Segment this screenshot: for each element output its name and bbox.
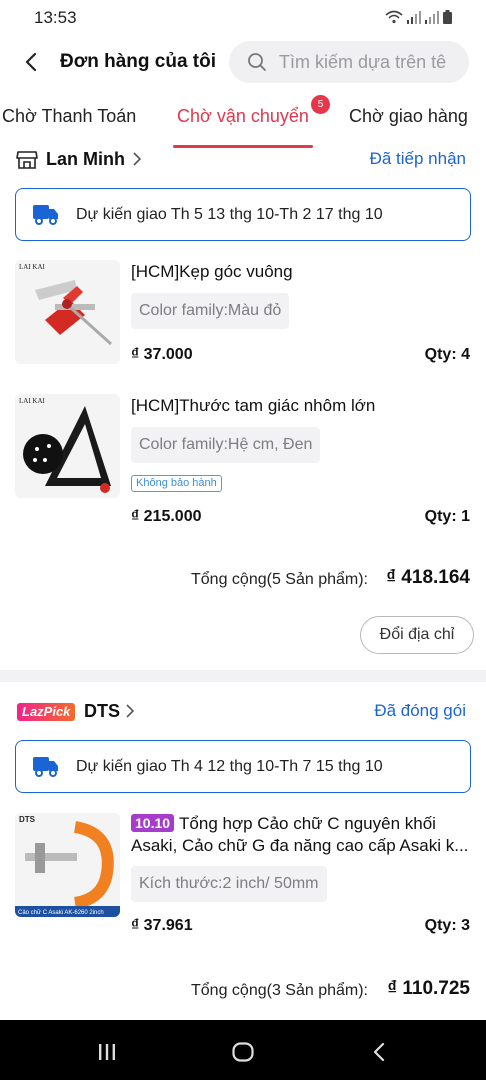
thumb-brand: LAI KAI	[19, 263, 46, 271]
campaign-tag: 10.10	[131, 814, 175, 832]
product-title: 10.10 Tổng hợp Cảo chữ C nguyên khối Asak…	[131, 813, 476, 857]
search-icon	[248, 53, 266, 71]
lazpick-badge: LazPick	[17, 703, 76, 721]
tab-awaiting-payment[interactable]: Chờ Thanh Toán	[2, 106, 136, 127]
signal-icon	[407, 11, 421, 24]
total-label: Tổng cộng(3 Sản phẩm):	[191, 982, 368, 999]
truck-icon	[33, 205, 58, 225]
status-time: 13:53	[34, 8, 77, 27]
store-icon	[16, 151, 38, 169]
product-title-line1: Tổng hợp Cảo chữ C nguyên khối	[179, 814, 436, 833]
nav-back-icon	[373, 1042, 385, 1062]
status-bar: 13:53	[0, 0, 486, 36]
tab-awaiting-shipping[interactable]: Chờ vận chuyển	[177, 106, 309, 127]
order-item[interactable]: DTS Cảo chữ C Asaki AK-6260 2inch 10.10 T…	[0, 813, 486, 935]
thumb-brand: LAI KAI	[19, 397, 46, 405]
signal-icon-2	[425, 11, 439, 24]
home-button[interactable]	[223, 1038, 263, 1066]
order-item[interactable]: LAI KAI [HCM]Kẹp góc vuông Color family:…	[0, 260, 486, 364]
delivery-estimate[interactable]: Dự kiến giao Th 4 12 thg 10-Th 7 15 thg …	[15, 740, 471, 793]
status-icons	[385, 10, 452, 24]
search-placeholder: Tìm kiếm dựa trên tê	[279, 52, 447, 72]
page-title: Đơn hàng của tôi	[60, 51, 217, 72]
change-address-button[interactable]: Đổi địa chỉ	[360, 616, 474, 654]
product-thumbnail: LAI KAI	[15, 260, 120, 364]
total-value: ₫ 418.164	[386, 567, 470, 588]
order-item[interactable]: LAI KAI [HCM]Thước tam giác nhôm lớn Col…	[0, 394, 486, 525]
truck-icon	[33, 757, 58, 777]
search-input[interactable]: Tìm kiếm dựa trên tê	[229, 41, 469, 83]
thumb-brand: DTS	[19, 815, 36, 824]
thumb-caption: Cảo chữ C Asaki AK-6260 2inch	[18, 910, 104, 916]
home-icon	[232, 1042, 254, 1062]
back-button[interactable]	[18, 48, 44, 76]
delivery-text: Dự kiến giao Th 4 12 thg 10-Th 7 15 thg …	[76, 758, 383, 775]
warranty-badge: Không bảo hành	[131, 475, 222, 492]
wifi-icon	[385, 10, 403, 24]
product-price: ₫ 37.000	[131, 346, 193, 363]
chevron-left-icon	[25, 52, 37, 72]
store-header[interactable]: Lan Minh Đã tiếp nhận	[0, 145, 486, 175]
product-qty: Qty: 3	[424, 917, 470, 934]
delivery-estimate[interactable]: Dự kiến giao Th 5 13 thg 10-Th 2 17 thg …	[15, 188, 471, 241]
product-title-line2: Asaki, Cảo chữ G đa năng cao cấp Asaki k…	[131, 836, 469, 855]
section-divider	[0, 670, 486, 682]
tab-badge: 5	[311, 95, 330, 114]
order-status: Đã tiếp nhận	[369, 149, 466, 168]
product-qty: Qty: 1	[424, 508, 470, 525]
total-value: ₫ 110.725	[387, 978, 470, 999]
battery-icon	[443, 10, 452, 24]
product-variant: Kích thước:2 inch/ 50mm	[131, 866, 327, 902]
store-name[interactable]: Lan Minh	[46, 149, 125, 170]
recent-apps-button[interactable]	[87, 1038, 127, 1066]
nav-back-button[interactable]	[359, 1038, 399, 1066]
header: Đơn hàng của tôi Tìm kiếm dựa trên tê	[0, 40, 486, 84]
product-variant: Color family:Màu đỏ	[131, 293, 290, 329]
system-nav-bar	[0, 1020, 486, 1080]
product-qty: Qty: 4	[424, 346, 470, 363]
product-thumbnail: LAI KAI	[15, 394, 120, 498]
recent-apps-icon	[99, 1044, 115, 1060]
order-tabs: Chờ Thanh Toán Chờ vận chuyển 5 Chờ giao…	[0, 92, 486, 148]
product-title: [HCM]Kẹp góc vuông	[131, 262, 293, 281]
chevron-right-icon	[126, 704, 134, 718]
order-status: Đã đóng gói	[374, 701, 466, 720]
product-price: ₫ 215.000	[131, 508, 202, 525]
store-name[interactable]: DTS	[84, 701, 120, 722]
product-thumbnail: DTS Cảo chữ C Asaki AK-6260 2inch	[15, 813, 120, 917]
total-label: Tổng cộng(5 Sản phẩm):	[191, 571, 368, 588]
tab-awaiting-delivery[interactable]: Chờ giao hàng	[349, 106, 468, 127]
delivery-text: Dự kiến giao Th 5 13 thg 10-Th 2 17 thg …	[76, 206, 383, 223]
chevron-right-icon	[133, 152, 141, 166]
order-total: Tổng cộng(5 Sản phẩm): ₫ 418.164	[0, 565, 486, 595]
product-price: ₫ 37.961	[131, 917, 193, 934]
product-title: [HCM]Thước tam giác nhôm lớn	[131, 396, 376, 415]
order-total: Tổng cộng(3 Sản phẩm): ₫ 110.725	[0, 976, 486, 1006]
product-variant: Color family:Hệ cm, Đen	[131, 427, 321, 463]
